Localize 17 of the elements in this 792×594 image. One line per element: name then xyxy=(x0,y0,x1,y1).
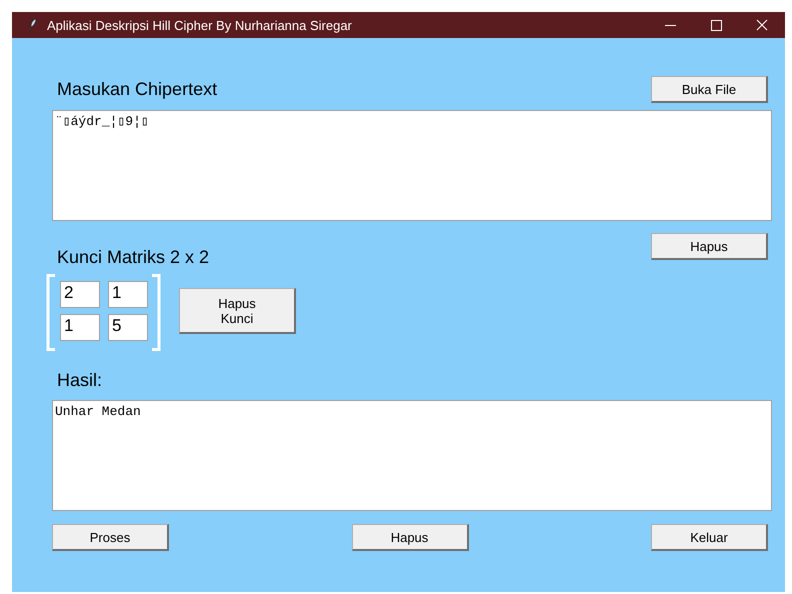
window-title: Aplikasi Deskripsi Hill Cipher By Nurharianna Siregar xyxy=(47,18,352,32)
clear-button[interactable]: Hapus xyxy=(651,233,768,260)
matrix-entry[interactable]: 2 xyxy=(60,281,100,308)
field-label: Hasil: xyxy=(57,370,104,391)
matrix-entry[interactable]: 1 xyxy=(60,314,100,341)
clear-key-button[interactable]: Hapus Kunci xyxy=(179,288,296,334)
feather-icon xyxy=(27,18,37,32)
matrix-entry[interactable]: 1 xyxy=(108,281,148,308)
open-file-button[interactable]: Buka File xyxy=(651,76,768,103)
process-button[interactable]: Proses xyxy=(52,524,169,551)
field-label: Kunci Matriks 2 x 2 xyxy=(57,247,210,268)
ciphertext-field[interactable]: ¨▯áýdr_¦▯9¦▯ xyxy=(52,110,772,221)
exit-button[interactable]: Keluar xyxy=(651,524,768,551)
clear-button[interactable]: Hapus xyxy=(352,524,468,551)
matrix-entry[interactable]: 5 xyxy=(108,314,148,341)
field-label: Masukan Chipertext xyxy=(57,79,218,100)
result-field[interactable]: Unhar Medan xyxy=(52,400,772,511)
